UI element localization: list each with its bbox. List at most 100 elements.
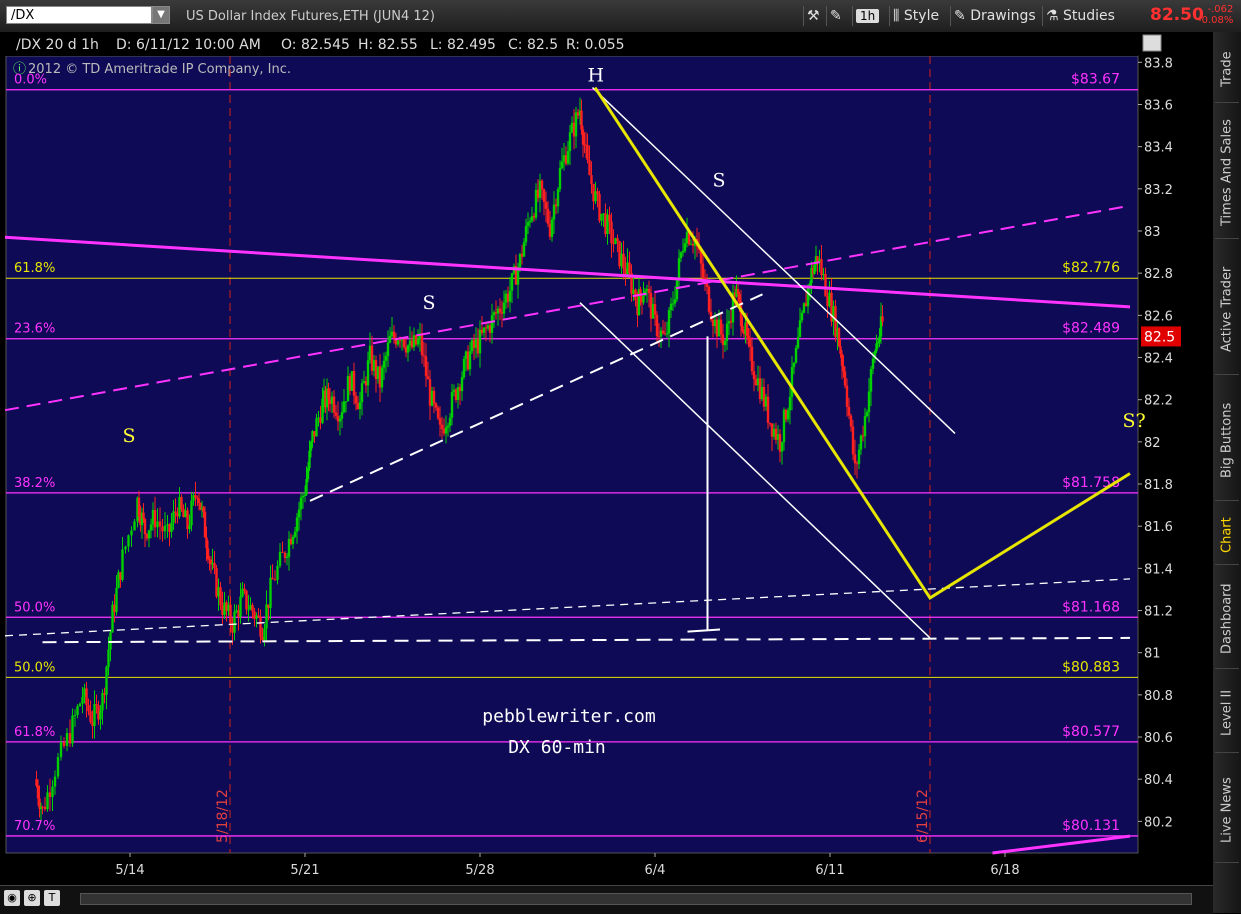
tab-chart[interactable]: Chart xyxy=(1215,506,1239,565)
candle-body xyxy=(845,385,849,407)
candle-body xyxy=(384,355,388,361)
candle-body xyxy=(190,500,193,526)
candle-body xyxy=(560,161,564,169)
event-label: 5/18/12 xyxy=(215,789,231,843)
candle-body xyxy=(608,214,611,222)
style-button[interactable]: ⫼ Style xyxy=(889,6,942,26)
candle-body xyxy=(434,403,438,408)
candle-body xyxy=(276,565,279,580)
candle-body xyxy=(247,609,250,611)
wrench-icon[interactable]: ✎ xyxy=(826,6,845,26)
y-tick-label: 83.4 xyxy=(1144,141,1173,156)
candle-body xyxy=(478,329,482,354)
candle-body xyxy=(161,526,164,532)
y-tick-label: 81.8 xyxy=(1144,478,1173,493)
candle-body xyxy=(590,175,593,184)
y-tick-label: 82.8 xyxy=(1144,267,1173,282)
tab-active-trader[interactable]: Active Trader xyxy=(1215,244,1239,375)
candle-body xyxy=(792,362,796,368)
candle-body xyxy=(524,225,528,243)
pan-icon[interactable]: ⊕ xyxy=(24,890,40,906)
candle-body xyxy=(99,710,102,720)
fib-pct-label: 50.0% xyxy=(14,600,55,615)
y-tick-label: 80.2 xyxy=(1144,815,1173,830)
candle-body xyxy=(124,546,127,550)
candle-body xyxy=(422,355,426,357)
bottom-bar: ◉ ⊕ T xyxy=(0,885,1213,914)
text-tool-icon[interactable]: T xyxy=(44,890,60,906)
tab-dashboard[interactable]: Dashboard xyxy=(1215,570,1239,669)
fib-pct-label: 50.0% xyxy=(14,660,55,675)
candle-body xyxy=(48,792,52,797)
candle-body xyxy=(498,308,502,313)
header-high: H: 82.55 xyxy=(358,37,418,53)
candle-body xyxy=(558,168,562,190)
watermark-caption: DX 60-min xyxy=(508,737,606,758)
candle-body xyxy=(568,132,572,152)
studies-button[interactable]: ⚗ Studies xyxy=(1042,6,1118,26)
candle-body xyxy=(683,243,687,251)
candle-body xyxy=(748,339,752,347)
pattern-label: S xyxy=(423,292,436,314)
candle-body xyxy=(667,310,671,334)
candle-body xyxy=(420,333,424,356)
candle-body xyxy=(51,786,54,797)
candle-body xyxy=(436,407,440,419)
x-tick-label: 5/28 xyxy=(465,863,494,878)
candle-body xyxy=(574,112,578,137)
tab-times-and-sales[interactable]: Times And Sales xyxy=(1215,108,1239,239)
pattern-label: S xyxy=(713,170,726,192)
candle-body xyxy=(786,410,790,420)
y-tick-label: 80.4 xyxy=(1144,773,1173,788)
tab-trade[interactable]: Trade xyxy=(1215,36,1239,103)
crosshair-icon[interactable]: ⚒ xyxy=(803,6,823,26)
candle-body xyxy=(229,604,232,624)
tab-big-buttons[interactable]: Big Buttons xyxy=(1215,380,1239,501)
candle-body xyxy=(130,530,133,536)
candle-body xyxy=(342,401,346,413)
horizontal-scrollbar[interactable] xyxy=(80,893,1192,905)
candle-body xyxy=(851,426,855,455)
zoom-icon[interactable]: ◉ xyxy=(4,890,20,906)
candle-body xyxy=(610,221,613,244)
candle-body xyxy=(790,367,794,397)
fib-pct-label: 38.2% xyxy=(14,476,55,491)
candle-body xyxy=(526,222,530,226)
candle-body xyxy=(36,785,40,799)
candle-body xyxy=(205,537,208,549)
candle-body xyxy=(46,792,49,810)
candle-body xyxy=(857,449,861,464)
y-tick-label: 83.2 xyxy=(1144,183,1173,198)
candle-body xyxy=(813,265,816,274)
candle-body xyxy=(382,360,386,368)
fib-price-label: $80.131 xyxy=(1062,818,1120,834)
candle-body xyxy=(358,402,362,410)
y-tick-label: 82.4 xyxy=(1144,352,1173,367)
drawings-button[interactable]: ✎ Drawings xyxy=(950,6,1039,26)
candle-body xyxy=(127,535,130,547)
candle-body xyxy=(616,238,619,242)
candle-body xyxy=(546,208,550,224)
candle-body xyxy=(446,425,450,428)
candle-body xyxy=(580,110,583,130)
candle-body xyxy=(239,596,242,618)
candle-body xyxy=(65,733,69,746)
candle-body xyxy=(81,697,84,704)
candle-body xyxy=(76,706,79,716)
candle-body xyxy=(308,450,311,469)
symbol-input[interactable]: /DX xyxy=(6,6,152,24)
candle-body xyxy=(219,587,222,606)
candle-body xyxy=(444,427,448,434)
tab-live-news[interactable]: Live News xyxy=(1215,758,1239,863)
chevron-down-icon[interactable]: ▼ xyxy=(152,6,170,24)
candle-body xyxy=(853,454,857,464)
candle-body xyxy=(440,424,444,430)
price-chart[interactable]: /DX 20 d 1h D: 6/11/12 10:00 AM O: 82.545 H… xyxy=(0,32,1213,885)
drawings-label: Drawings xyxy=(970,8,1036,24)
timeframe-button[interactable]: 1h xyxy=(852,6,882,26)
tab-level-ii[interactable]: Level II xyxy=(1215,674,1239,753)
candle-body xyxy=(806,286,810,307)
candle-body xyxy=(869,368,873,392)
candle-body xyxy=(271,577,274,580)
candle-body xyxy=(736,288,740,295)
